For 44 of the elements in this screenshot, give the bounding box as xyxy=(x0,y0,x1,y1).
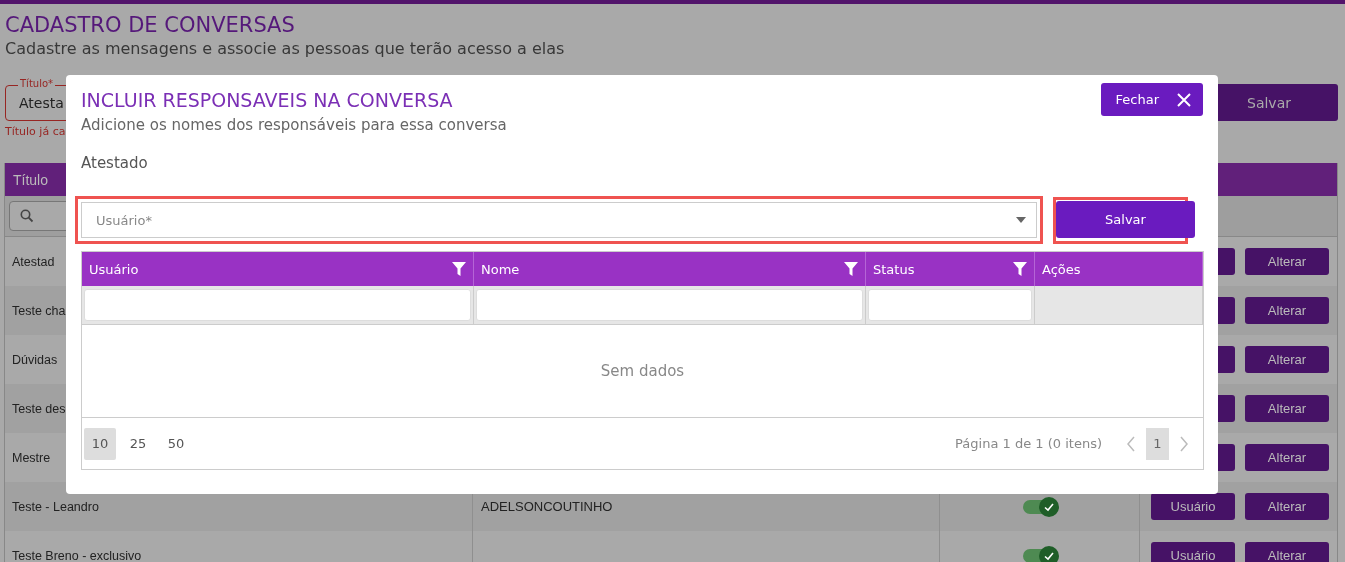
table-cell: Teste Breno - exclusivo xyxy=(12,548,142,562)
page-size-option[interactable]: 10 xyxy=(84,427,116,460)
action-button[interactable]: Alterar xyxy=(1245,297,1329,324)
filter-field[interactable] xyxy=(476,289,863,321)
page-size-option[interactable]: 50 xyxy=(160,427,192,460)
action-button[interactable]: Alterar xyxy=(1245,395,1329,422)
error-message: Título já ca xyxy=(5,125,66,138)
page-size-option[interactable]: 25 xyxy=(122,427,154,460)
close-button[interactable]: Fechar xyxy=(1100,83,1203,116)
action-button[interactable]: Alterar xyxy=(1245,248,1329,275)
action-button[interactable]: Alterar xyxy=(1245,346,1329,373)
filter-icon[interactable] xyxy=(844,262,858,276)
page-info: Página 1 de 1 (0 itens) xyxy=(955,436,1102,451)
page-number[interactable]: 1 xyxy=(1146,427,1169,460)
toggle-switch[interactable] xyxy=(1022,548,1057,562)
table-cell: Atestad xyxy=(12,254,55,269)
filter-field[interactable] xyxy=(84,289,471,321)
table-cell: Mestre xyxy=(12,450,51,465)
user-select[interactable]: Usuário* xyxy=(81,202,1037,238)
table-cell: ADELSONCOUTINHO xyxy=(481,499,613,514)
empty-message: Sem dados xyxy=(600,362,685,380)
table-cell: Dúvidas xyxy=(12,352,58,367)
action-button[interactable]: Usuário xyxy=(1151,493,1235,520)
search-icon xyxy=(20,209,34,223)
table-cell: Teste cha xyxy=(12,303,66,318)
dialog-subtitle: Adicione os nomes dos responsáveis para essa conversa xyxy=(81,116,508,134)
dropdown-icon xyxy=(1016,217,1026,223)
column-header: Título xyxy=(13,171,48,188)
save-button[interactable]: Salvar xyxy=(1056,200,1195,238)
filter-field[interactable] xyxy=(868,289,1032,321)
action-button[interactable]: Usuário xyxy=(1151,542,1235,562)
action-button[interactable]: Alterar xyxy=(1245,542,1329,562)
conversation-name: Atestado xyxy=(81,154,149,172)
page-title: CADASTRO DE CONVERSAS xyxy=(5,13,296,37)
action-button[interactable]: Alterar xyxy=(1245,493,1329,520)
dialog-title: INCLUIR RESPONSAVEIS NA CONVERSA xyxy=(81,89,454,111)
table-cell: Teste - Leandro xyxy=(12,499,99,514)
filter-icon[interactable] xyxy=(1013,262,1027,276)
table-cell: Teste des xyxy=(12,401,66,416)
toggle-switch[interactable] xyxy=(1022,499,1057,514)
close-icon xyxy=(1177,92,1191,107)
action-button[interactable]: Alterar xyxy=(1245,444,1329,471)
page-subtitle: Cadastre as mensagens e associe as pessoas que terão acesso a elas xyxy=(5,39,566,58)
filter-icon[interactable] xyxy=(452,262,466,276)
